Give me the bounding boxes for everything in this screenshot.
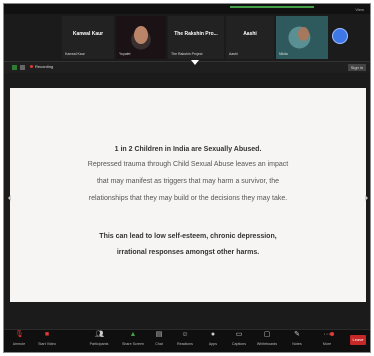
whiteboards-label: Whiteboards: [256, 342, 278, 346]
participant-face: [134, 26, 148, 44]
top-strip: View: [4, 4, 370, 14]
shared-slide: 1 in 2 Children in India are Sexually Ab…: [8, 88, 368, 302]
view-button[interactable]: View: [355, 7, 364, 12]
speaker-indicator: [230, 6, 314, 8]
participant-video-tile[interactable]: Nikita: [276, 16, 328, 59]
reactions-button[interactable]: ☺ Reactions: [172, 331, 198, 350]
leave-button[interactable]: Leave: [350, 335, 366, 345]
notes-label: Notes: [292, 342, 302, 346]
microphone-icon: 🎙︎: [15, 331, 24, 338]
record-dot-icon: [30, 65, 33, 69]
slide-emphasis-line: This can lead to low self-esteem, chroni…: [99, 233, 277, 240]
reactions-icon: ☺: [181, 331, 189, 338]
more-label: More: [322, 342, 332, 346]
profile-avatar-icon[interactable]: [332, 28, 348, 44]
more-button[interactable]: ··· More: [314, 331, 340, 350]
participants-label: Participants: [89, 342, 109, 346]
meeting-toolbar: 🎙︎ Unmute ■ Start Video 👥︎ Participants …: [4, 329, 370, 352]
participant-face: [298, 27, 309, 41]
slide-text-line: that may manifest as triggers that may h…: [96, 178, 280, 185]
participant-name: The Rakshin Pro...: [174, 31, 218, 37]
participant-tile[interactable]: Kanwal Kaur Kanwal Kaur: [62, 16, 114, 59]
participant-name: Kanwal Kaur: [72, 31, 104, 37]
sign-in-button[interactable]: Sign in: [347, 64, 366, 71]
share-screen-icon: ▲: [129, 331, 137, 338]
participant-name: Aashi: [243, 31, 257, 37]
apps-label: Apps: [208, 342, 218, 346]
captions-icon: ▭: [235, 331, 243, 338]
participant-label: Nikita: [279, 52, 288, 56]
chat-label: Chat: [155, 342, 163, 346]
slide-text-line: relationships that they may build or the…: [88, 195, 288, 202]
share-status-bar: Recording Sign in: [4, 60, 370, 73]
meeting-window: View Kanwal Kaur Kanwal Kaur Yuyalet The…: [3, 3, 371, 353]
participant-strip: Kanwal Kaur Kanwal Kaur Yuyalet The Raks…: [62, 16, 348, 59]
participant-label: The Rakshin Project: [171, 52, 203, 56]
participant-video-tile[interactable]: Yuyalet: [116, 16, 166, 59]
chat-button[interactable]: ▤ Chat: [146, 331, 172, 350]
participant-tile[interactable]: The Rakshin Pro... The Rakshin Project: [168, 16, 224, 59]
chat-icon: ▤: [155, 331, 163, 338]
apps-icon: ●: [210, 331, 216, 338]
participant-label: Aashi: [229, 52, 238, 56]
whiteboard-icon: ▢: [263, 331, 271, 338]
reactions-label: Reactions: [177, 342, 193, 346]
start-video-button[interactable]: ■ Start Video: [34, 331, 60, 350]
captions-label: Captions: [231, 342, 247, 346]
share-screen-button[interactable]: ▲ Share Screen: [120, 331, 146, 350]
start-video-label: Start Video: [38, 342, 56, 346]
security-shield-icon[interactable]: [12, 65, 17, 70]
unmute-label: Unmute: [12, 342, 26, 346]
participants-button[interactable]: 👥︎ Participants: [86, 331, 112, 350]
notes-icon: ✎: [294, 331, 300, 338]
slide-emphasis-line: irrational responses amongst other harms…: [116, 249, 260, 256]
apps-button[interactable]: ● Apps: [200, 331, 226, 350]
participants-icon: 👥︎: [95, 331, 104, 338]
recording-indicator[interactable]: Recording: [30, 64, 53, 69]
unmute-button[interactable]: 🎙︎ Unmute: [6, 331, 32, 350]
video-camera-icon: ■: [44, 331, 50, 338]
participant-label: Kanwal Kaur: [65, 52, 85, 56]
recording-label: Recording: [35, 64, 54, 69]
participant-tile[interactable]: Aashi Aashi: [226, 16, 274, 59]
share-screen-label: Share Screen: [122, 342, 144, 346]
slide-text-line: Repressed trauma through Child Sexual Ab…: [87, 161, 289, 168]
participant-label: Yuyalet: [119, 52, 131, 56]
captions-button[interactable]: ▭ Captions: [226, 331, 252, 350]
slide-headline: 1 in 2 Children in India are Sexually Ab…: [114, 146, 262, 153]
notes-button[interactable]: ✎ Notes: [284, 331, 310, 350]
whiteboards-button[interactable]: ▢ Whiteboards: [254, 331, 280, 350]
collapse-chevron-icon[interactable]: [191, 60, 199, 65]
notification-badge: [330, 332, 334, 336]
info-icon[interactable]: [20, 65, 25, 70]
